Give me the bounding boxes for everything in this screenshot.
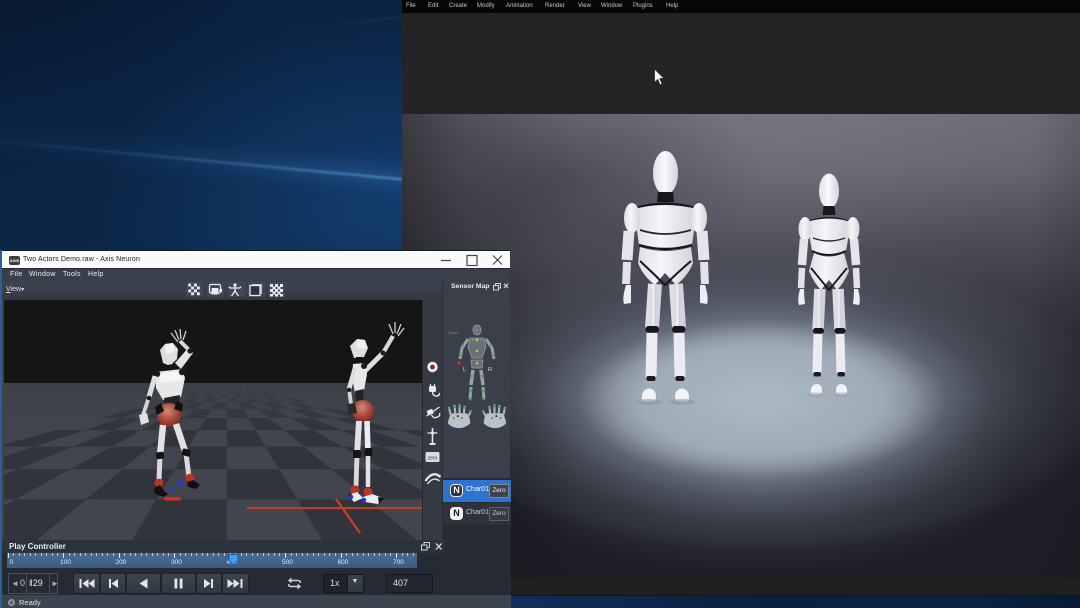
- svg-text:zero: zero: [428, 456, 438, 462]
- svg-text:Char1: Char1: [448, 330, 460, 335]
- svg-text:R: R: [488, 367, 492, 373]
- svg-text:L: L: [463, 367, 466, 373]
